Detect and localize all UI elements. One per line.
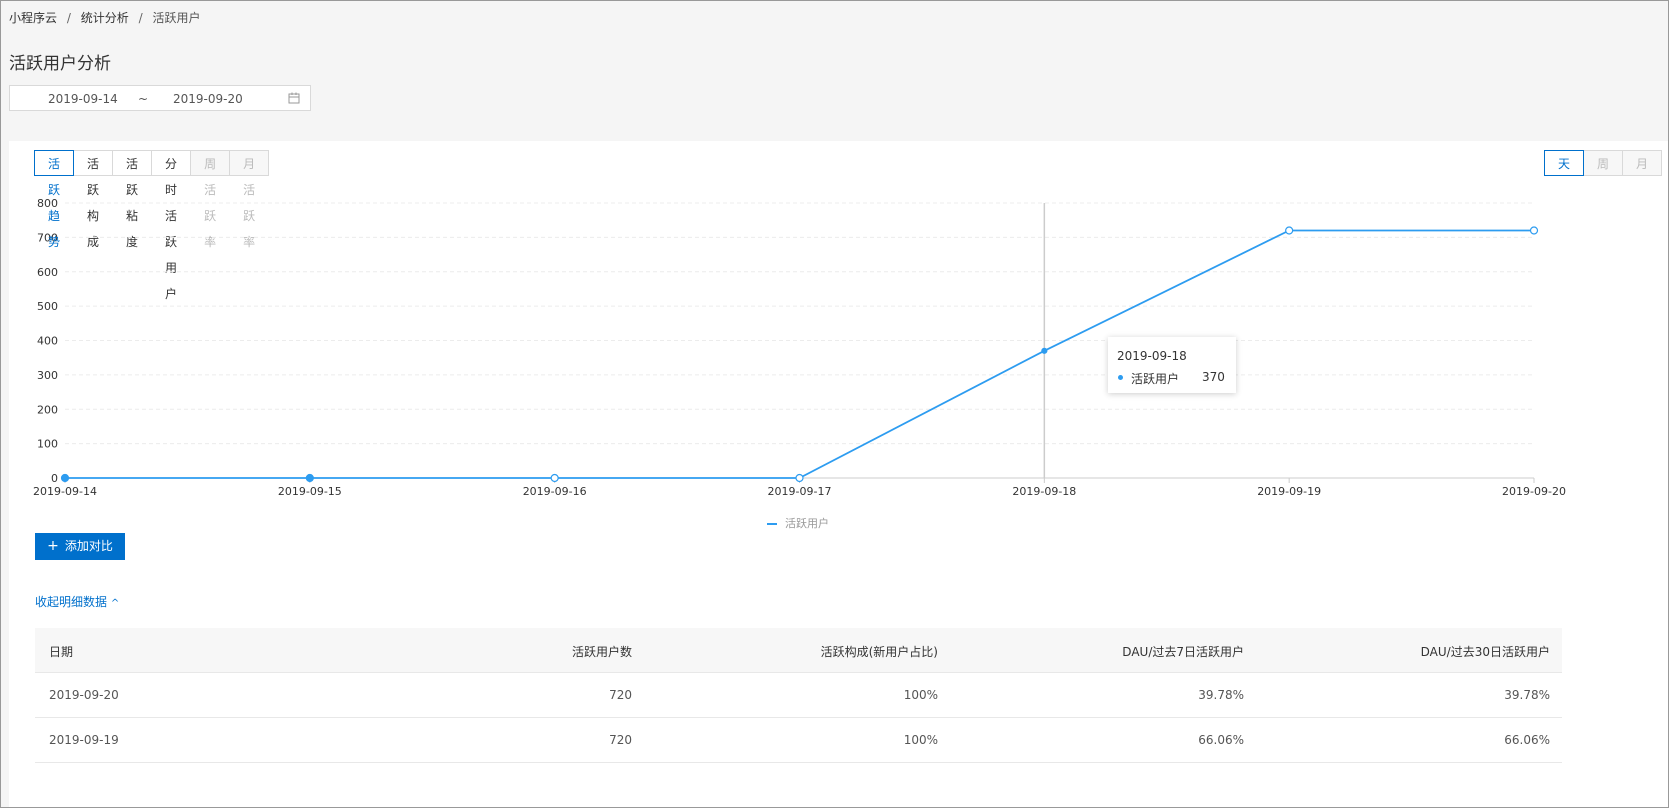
data-point — [1285, 226, 1294, 235]
tooltip-value: 370 — [1202, 370, 1225, 384]
plus-icon: + — [47, 538, 59, 554]
add-compare-button[interactable]: + 添加对比 — [35, 533, 125, 560]
table-header-row: 日期 活跃用户数 活跃构成(新用户占比) DAU/过去7日活跃用户 DAU/过去… — [35, 628, 1562, 673]
data-point — [305, 473, 314, 483]
period-day[interactable]: 天 — [1544, 150, 1584, 176]
y-tick-label: 600 — [37, 266, 58, 279]
tooltip-series-dot — [1118, 375, 1123, 380]
chart-tooltip: 2019-09-18 活跃用户 370 — [1108, 337, 1236, 393]
x-tick-label: 2019-09-14 — [33, 485, 97, 498]
details-table: 日期 活跃用户数 活跃构成(新用户占比) DAU/过去7日活跃用户 DAU/过去… — [35, 628, 1562, 763]
data-point — [1041, 347, 1048, 354]
y-tick-label: 100 — [37, 438, 58, 451]
collapse-label: 收起明细数据 — [35, 595, 108, 609]
tooltip-date: 2019-09-18 — [1117, 349, 1187, 363]
y-tick-label: 300 — [37, 369, 58, 382]
cell-dau-7d: 66.06% — [1198, 733, 1244, 747]
legend-swatch — [767, 523, 777, 525]
data-point — [1529, 226, 1539, 235]
header-dau-7d: DAU/过去7日活跃用户 — [1122, 645, 1244, 659]
header-active-users: 活跃用户数 — [571, 645, 632, 659]
x-tick-label: 2019-09-20 — [1502, 485, 1566, 498]
add-compare-label: 添加对比 — [64, 539, 113, 553]
table-row: 2019-09-19 720 100% 66.06% 66.06% — [35, 718, 1562, 763]
cell-dau-7d: 39.78% — [1198, 688, 1244, 702]
app-frame: 小程序云 / 统计分析 / 活跃用户 活跃用户分析 2019-09-14 ~ 2… — [0, 0, 1669, 808]
chevron-up-icon: ^ — [110, 598, 120, 609]
table-row: 2019-09-20 720 100% 39.78% 39.78% — [35, 673, 1562, 718]
collapse-details-link[interactable]: 收起明细数据 ^ — [35, 593, 119, 610]
cell-composition: 100% — [903, 733, 938, 747]
cell-active-users: 720 — [609, 688, 632, 702]
data-point — [550, 473, 559, 483]
line-chart[interactable]: 01002003004005006007008002019-09-142019-… — [1, 1, 1669, 521]
cell-dau-30d: 66.06% — [1504, 733, 1550, 747]
cell-dau-30d: 39.78% — [1504, 688, 1550, 702]
x-tick-label: 2019-09-16 — [523, 485, 587, 498]
x-tick-label: 2019-09-19 — [1257, 485, 1321, 498]
y-tick-label: 500 — [37, 300, 58, 313]
cell-composition: 100% — [903, 688, 938, 702]
y-tick-label: 0 — [51, 472, 58, 485]
legend-label: 活跃用户 — [785, 517, 829, 530]
cell-date: 2019-09-20 — [49, 688, 119, 702]
x-tick-label: 2019-09-15 — [278, 485, 342, 498]
cell-active-users: 720 — [609, 733, 632, 747]
chart-legend[interactable]: 活跃用户 — [767, 515, 829, 531]
series-line — [65, 229, 1534, 479]
tab-active-trend[interactable]: 活跃趋势 — [34, 150, 75, 249]
tooltip-series-name: 活跃用户 — [1131, 372, 1180, 386]
header-composition: 活跃构成(新用户占比) — [820, 645, 938, 659]
y-tick-label: 200 — [37, 403, 58, 416]
data-point — [60, 473, 70, 483]
cell-date: 2019-09-19 — [49, 733, 119, 747]
header-dau-30d: DAU/过去30日活跃用户 — [1420, 645, 1550, 659]
x-tick-label: 2019-09-17 — [768, 485, 832, 498]
y-tick-label: 400 — [37, 335, 58, 348]
data-point — [795, 473, 804, 483]
header-date: 日期 — [49, 645, 74, 659]
x-tick-label: 2019-09-18 — [1012, 485, 1076, 498]
